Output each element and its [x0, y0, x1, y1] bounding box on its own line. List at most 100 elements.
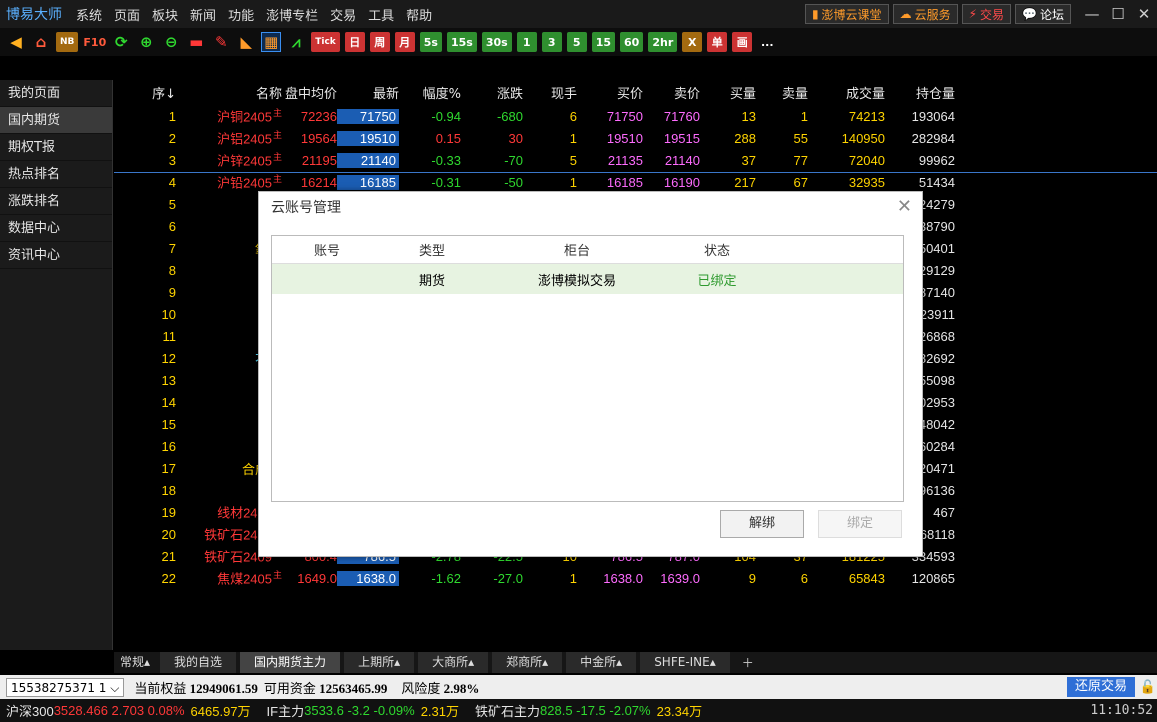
classroom-button[interactable]: ▮ 澎博云课堂 — [804, 4, 889, 24]
header-8[interactable]: 卖价 — [643, 83, 700, 102]
dialog-close-icon[interactable]: ✕ — [897, 196, 912, 217]
15m-button[interactable]: 15 — [591, 32, 616, 52]
header-0[interactable]: 序↓ — [114, 83, 176, 102]
header-5[interactable]: 涨跌 — [461, 83, 523, 102]
week-button[interactable]: 周 — [369, 32, 390, 52]
chart-icon[interactable]: ⩘ — [286, 32, 306, 52]
day-button[interactable]: 日 — [344, 32, 365, 52]
close-icon[interactable]: ✕ — [1131, 5, 1157, 23]
header-2[interactable]: 盘中均价 — [282, 83, 337, 102]
menu-column[interactable]: 澎博专栏 — [260, 5, 324, 24]
menu-system[interactable]: 系统 — [70, 5, 108, 24]
header-7[interactable]: 买价 — [577, 83, 643, 102]
draw-button[interactable]: 画 — [732, 32, 753, 52]
sidebar-item-options[interactable]: 期权T报 — [0, 134, 112, 161]
sidebar-item-my-page[interactable]: 我的页面 — [0, 80, 112, 107]
menu-function[interactable]: 功能 — [222, 5, 260, 24]
title-bar: 博易大师 系统 页面 板块 新闻 功能 澎博专栏 交易 工具 帮助 ▮ 澎博云课堂… — [0, 0, 1157, 28]
account-select[interactable]: 15538275371 1 ⌵ — [6, 677, 125, 697]
menu-help[interactable]: 帮助 — [400, 5, 438, 24]
tab-7[interactable]: SHFE-INE▴ — [640, 652, 730, 673]
5s-button[interactable]: 5s — [419, 32, 442, 52]
table-row[interactable]: 1 沪铜2405主 72236 71750 -0.94 -680 6 71750 71760 13… — [114, 105, 1157, 127]
tab-4[interactable]: 大商所▴ — [418, 652, 489, 673]
account-list-header: 账号 类型 柜台 状态 — [272, 236, 903, 264]
tab-5[interactable]: 郑商所▴ — [492, 652, 563, 673]
header-9[interactable]: 买量 — [700, 83, 756, 102]
tab-6[interactable]: 中金所▴ — [566, 652, 637, 673]
x-button[interactable]: X — [682, 32, 703, 52]
f10-button[interactable]: F10 — [83, 32, 106, 52]
sidebar-item-data-center[interactable]: 数据中心 — [0, 215, 112, 242]
cell-现手: 1 — [569, 570, 577, 586]
cloud-service-button[interactable]: ☁ 云服务 — [892, 4, 958, 24]
header-6[interactable]: 现手 — [523, 83, 577, 102]
30s-button[interactable]: 30s — [481, 32, 512, 52]
bind-button[interactable]: 绑定 — [818, 510, 902, 538]
tick-button[interactable]: Tick — [311, 32, 340, 52]
sidebar: 我的页面 国内期货 期权T报 热点排名 涨跌排名 数据中心 资讯中心 — [0, 80, 113, 650]
sidebar-item-hot-ranking[interactable]: 热点排名 — [0, 161, 112, 188]
unbind-button[interactable]: 解绑 — [720, 510, 804, 538]
header-12[interactable]: 持仓量 — [885, 83, 955, 102]
trade-button[interactable]: ⚡ 交易 — [961, 4, 1012, 24]
contract-name: 焦煤2405主 — [176, 568, 282, 587]
tab-0[interactable]: 常规▴ — [114, 652, 157, 673]
15s-button[interactable]: 15s — [446, 32, 477, 52]
cell-涨跌: -27.0 — [493, 570, 523, 586]
1m-button[interactable]: 1 — [516, 32, 537, 52]
row-index: 4 — [168, 174, 176, 190]
forum-button[interactable]: 💬 论坛 — [1015, 4, 1071, 24]
maximize-icon[interactable]: ☐ — [1105, 5, 1131, 23]
classroom-label: 澎博云课堂 — [821, 7, 882, 22]
tab-1[interactable]: 我的自选 — [160, 652, 237, 673]
lock-icon[interactable]: 🔓 — [1139, 680, 1157, 695]
menu-sector[interactable]: 板块 — [146, 5, 184, 24]
sidebar-item-news-center[interactable]: 资讯中心 — [0, 242, 112, 269]
pen-icon[interactable]: ✎ — [211, 32, 231, 52]
table-header: 序↓ 名称 盘中均价 最新 幅度% 涨跌 现手 买价 卖价 买量 卖量 成交量 持仓量 — [114, 80, 1157, 105]
account-row[interactable]: 期货 澎博模拟交易 已绑定 — [272, 264, 903, 294]
cell-买量: 37 — [741, 152, 756, 168]
table-row[interactable]: 4 沪铅2405主 16214 16185 -0.31 -50 1 16185 16190 217… — [114, 171, 1157, 193]
menu-news[interactable]: 新闻 — [184, 5, 222, 24]
sidebar-item-change-ranking[interactable]: 涨跌排名 — [0, 188, 112, 215]
month-button[interactable]: 月 — [394, 32, 415, 52]
2hr-button[interactable]: 2hr — [648, 32, 678, 52]
menu-trade[interactable]: 交易 — [324, 5, 362, 24]
5m-button[interactable]: 5 — [566, 32, 587, 52]
candle-icon[interactable]: ▬ — [186, 32, 206, 52]
cell-涨跌: -70 — [504, 152, 523, 168]
add-tab-icon[interactable]: ＋ — [742, 654, 754, 671]
header-4[interactable]: 幅度% — [399, 83, 461, 102]
refresh-icon[interactable]: ⟳ — [111, 32, 131, 52]
col-account: 账号 — [313, 244, 340, 259]
table-view-icon[interactable]: ▦ — [261, 32, 282, 52]
tab-2[interactable]: 国内期货主力 — [240, 652, 341, 673]
60m-button[interactable]: 60 — [620, 32, 644, 52]
back-arrow-icon[interactable]: ◀ — [6, 32, 26, 52]
news-icon[interactable]: NB — [56, 32, 79, 52]
header-3[interactable]: 最新 — [337, 83, 399, 102]
3m-button[interactable]: 3 — [541, 32, 562, 52]
tab-3[interactable]: 上期所▴ — [344, 652, 415, 673]
home-icon[interactable]: ⌂ — [31, 32, 51, 52]
cell-幅度%: -0.31 — [431, 174, 461, 190]
order-button[interactable]: 单 — [707, 32, 728, 52]
table-row[interactable]: 2 沪铝2405主 19564 19510 0.15 30 1 19510 19515 288 55… — [114, 127, 1157, 149]
more-button[interactable]: ... — [757, 32, 777, 52]
contract-tag: 主 — [272, 130, 282, 141]
zoom-out-icon[interactable]: ⊖ — [161, 32, 181, 52]
sidebar-item-domestic-futures[interactable]: 国内期货 — [0, 107, 112, 134]
header-1[interactable]: 名称 — [176, 83, 282, 102]
menu-page[interactable]: 页面 — [108, 5, 146, 24]
menu-tools[interactable]: 工具 — [362, 5, 400, 24]
zoom-in-icon[interactable]: ⊕ — [136, 32, 156, 52]
restore-trade-button[interactable]: 还原交易 — [1066, 677, 1135, 697]
table-row[interactable]: 22 焦煤2405主 1649.0 1638.0 -1.62 -27.0 1 1638.0 16… — [114, 567, 1157, 589]
header-10[interactable]: 卖量 — [756, 83, 808, 102]
header-11[interactable]: 成交量 — [808, 83, 885, 102]
pointer-icon[interactable]: ◣ — [236, 32, 256, 52]
minimize-icon[interactable]: — — [1079, 5, 1105, 23]
table-row[interactable]: 3 沪锌2405主 21195 21140 -0.33 -70 5 21135 21140 37 7… — [114, 149, 1157, 171]
